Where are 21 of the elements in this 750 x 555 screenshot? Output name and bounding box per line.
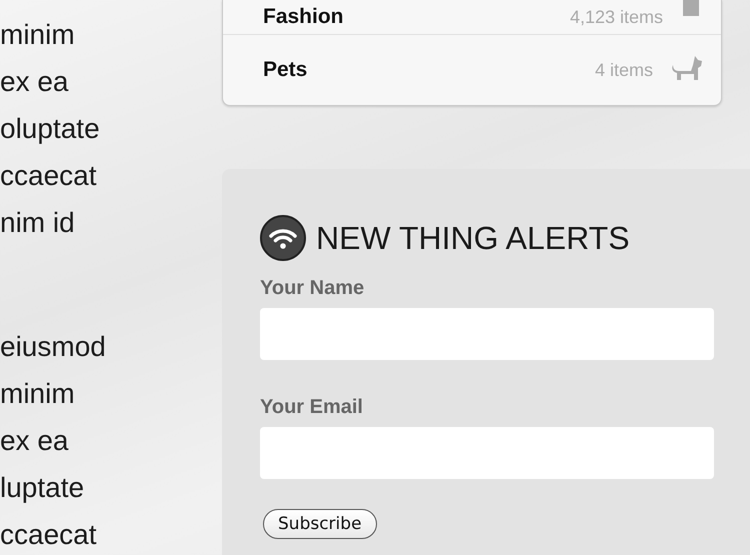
field-label: Your Name bbox=[260, 277, 366, 300]
category-name[interactable]: Fashion bbox=[263, 5, 570, 29]
input-field[interactable] bbox=[260, 427, 714, 479]
article-text: minim bbox=[0, 18, 76, 52]
field-label: Your Email bbox=[260, 396, 364, 419]
item-count: 4 items bbox=[594, 60, 653, 80]
category-name[interactable]: Pets bbox=[263, 58, 595, 82]
subscribe-button[interactable]: Subscribe bbox=[263, 509, 377, 539]
article-text: ex ea bbox=[0, 424, 70, 458]
article-text: ccaecat bbox=[0, 518, 98, 552]
wifi-icon bbox=[260, 215, 306, 261]
article-text: eiusmod bbox=[0, 330, 107, 364]
article-text: nim id bbox=[0, 206, 76, 240]
input-field[interactable] bbox=[260, 308, 714, 360]
article-text: ccaecat bbox=[0, 159, 98, 193]
article-text: luptate bbox=[0, 471, 86, 505]
item-count: 4,123 items bbox=[570, 6, 663, 28]
panel-title: NEW THING ALERTS bbox=[316, 220, 630, 256]
article-text: minim bbox=[0, 377, 76, 411]
article-text: ex ea bbox=[0, 65, 70, 99]
article-text: oluptate bbox=[0, 112, 101, 146]
